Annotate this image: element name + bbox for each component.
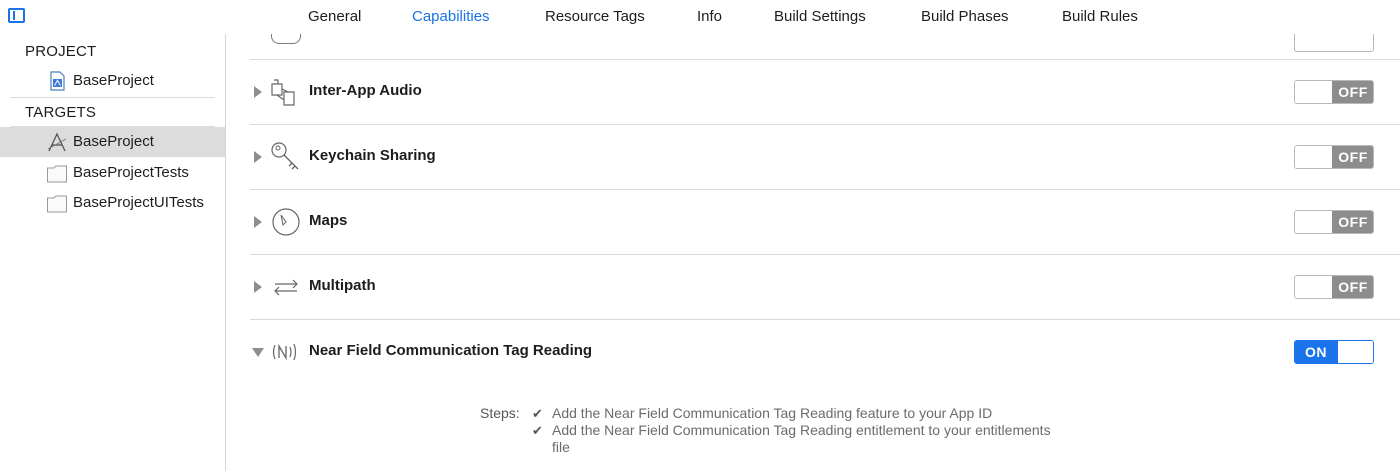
toggle-state-label: OFF <box>1332 146 1373 168</box>
checkmark-icon: ✔ <box>532 406 543 421</box>
capability-row-keychain-sharing: Keychain Sharing OFF <box>227 125 1400 189</box>
toggle-knob <box>1295 81 1333 103</box>
capability-toggle[interactable]: ON <box>1294 340 1374 364</box>
capability-row-multipath: Multipath OFF <box>227 255 1400 319</box>
sidebar-item-label: BaseProject <box>73 133 154 150</box>
test-bundle-icon <box>47 165 67 183</box>
sidebar-item-project[interactable]: BaseProject <box>0 66 225 96</box>
app-target-icon <box>47 132 67 152</box>
capability-toggle[interactable]: OFF <box>1294 145 1374 169</box>
toggle-knob <box>1337 341 1373 363</box>
capability-title: Keychain Sharing <box>309 147 436 164</box>
nfc-icon <box>272 343 297 361</box>
sidebar-item-target-tests[interactable]: BaseProjectTests <box>0 158 225 188</box>
capability-row-inter-app-audio: Inter-App Audio OFF <box>227 60 1400 124</box>
disclosure-triangle-icon[interactable] <box>254 151 262 163</box>
step-text: Add the Near Field Communication Tag Rea… <box>552 422 1051 455</box>
project-file-icon <box>50 71 65 91</box>
test-bundle-icon <box>47 195 67 213</box>
capability-title: Inter-App Audio <box>309 82 422 99</box>
checkmark-icon: ✔ <box>532 423 543 438</box>
capability-toggle[interactable]: OFF <box>1294 210 1374 234</box>
capability-row-nfc: Near Field Communication Tag Reading ON <box>227 320 1400 384</box>
toggle-knob <box>1295 211 1333 233</box>
sidebar-item-target-baseproject[interactable]: BaseProject <box>0 127 225 157</box>
step-text: Add the Near Field Communication Tag Rea… <box>552 405 993 421</box>
toggle-state-label: OFF <box>1332 276 1373 298</box>
project-navigator-sidebar: PROJECT BaseProject TARGETS BaseProject … <box>0 34 226 471</box>
toggle-knob <box>1295 276 1333 298</box>
capability-toggle[interactable]: OFF <box>1294 275 1374 299</box>
disclosure-triangle-icon[interactable] <box>254 281 262 293</box>
disclosure-triangle-icon[interactable] <box>254 86 262 98</box>
toggle-state-label: ON <box>1295 341 1337 363</box>
keychain-icon <box>271 142 299 170</box>
sidebar-divider <box>10 97 215 98</box>
project-section-header: PROJECT <box>25 43 97 60</box>
sidebar-item-target-uitests[interactable]: BaseProjectUITests <box>0 188 225 218</box>
targets-section-header: TARGETS <box>25 104 97 121</box>
steps-label: Steps: <box>480 405 520 421</box>
navigator-toggle-icon[interactable] <box>8 8 25 23</box>
capabilities-list: Inter-App Audio OFF Keychain Sharing OFF… <box>227 34 1400 471</box>
toggle-state-label: OFF <box>1332 81 1373 103</box>
capability-title: Multipath <box>309 277 376 294</box>
capability-toggle-partial[interactable] <box>1294 34 1374 52</box>
sidebar-item-label: BaseProject <box>73 72 154 89</box>
toggle-knob <box>1295 146 1333 168</box>
disclosure-triangle-icon[interactable] <box>254 216 262 228</box>
maps-compass-icon <box>272 208 300 236</box>
disclosure-triangle-icon[interactable] <box>252 348 264 357</box>
multipath-icon <box>274 279 298 296</box>
sidebar-item-label: BaseProjectTests <box>73 164 189 181</box>
capability-title: Near Field Communication Tag Reading <box>309 342 593 359</box>
inter-app-audio-icon <box>271 79 295 106</box>
capability-icon <box>271 34 301 44</box>
capability-title: Maps <box>309 212 348 229</box>
capability-toggle[interactable]: OFF <box>1294 80 1374 104</box>
sidebar-item-label: BaseProjectUITests <box>73 194 204 211</box>
toggle-state-label: OFF <box>1332 211 1373 233</box>
capability-row-partial <box>227 0 1400 59</box>
capability-row-maps: Maps OFF <box>227 190 1400 254</box>
